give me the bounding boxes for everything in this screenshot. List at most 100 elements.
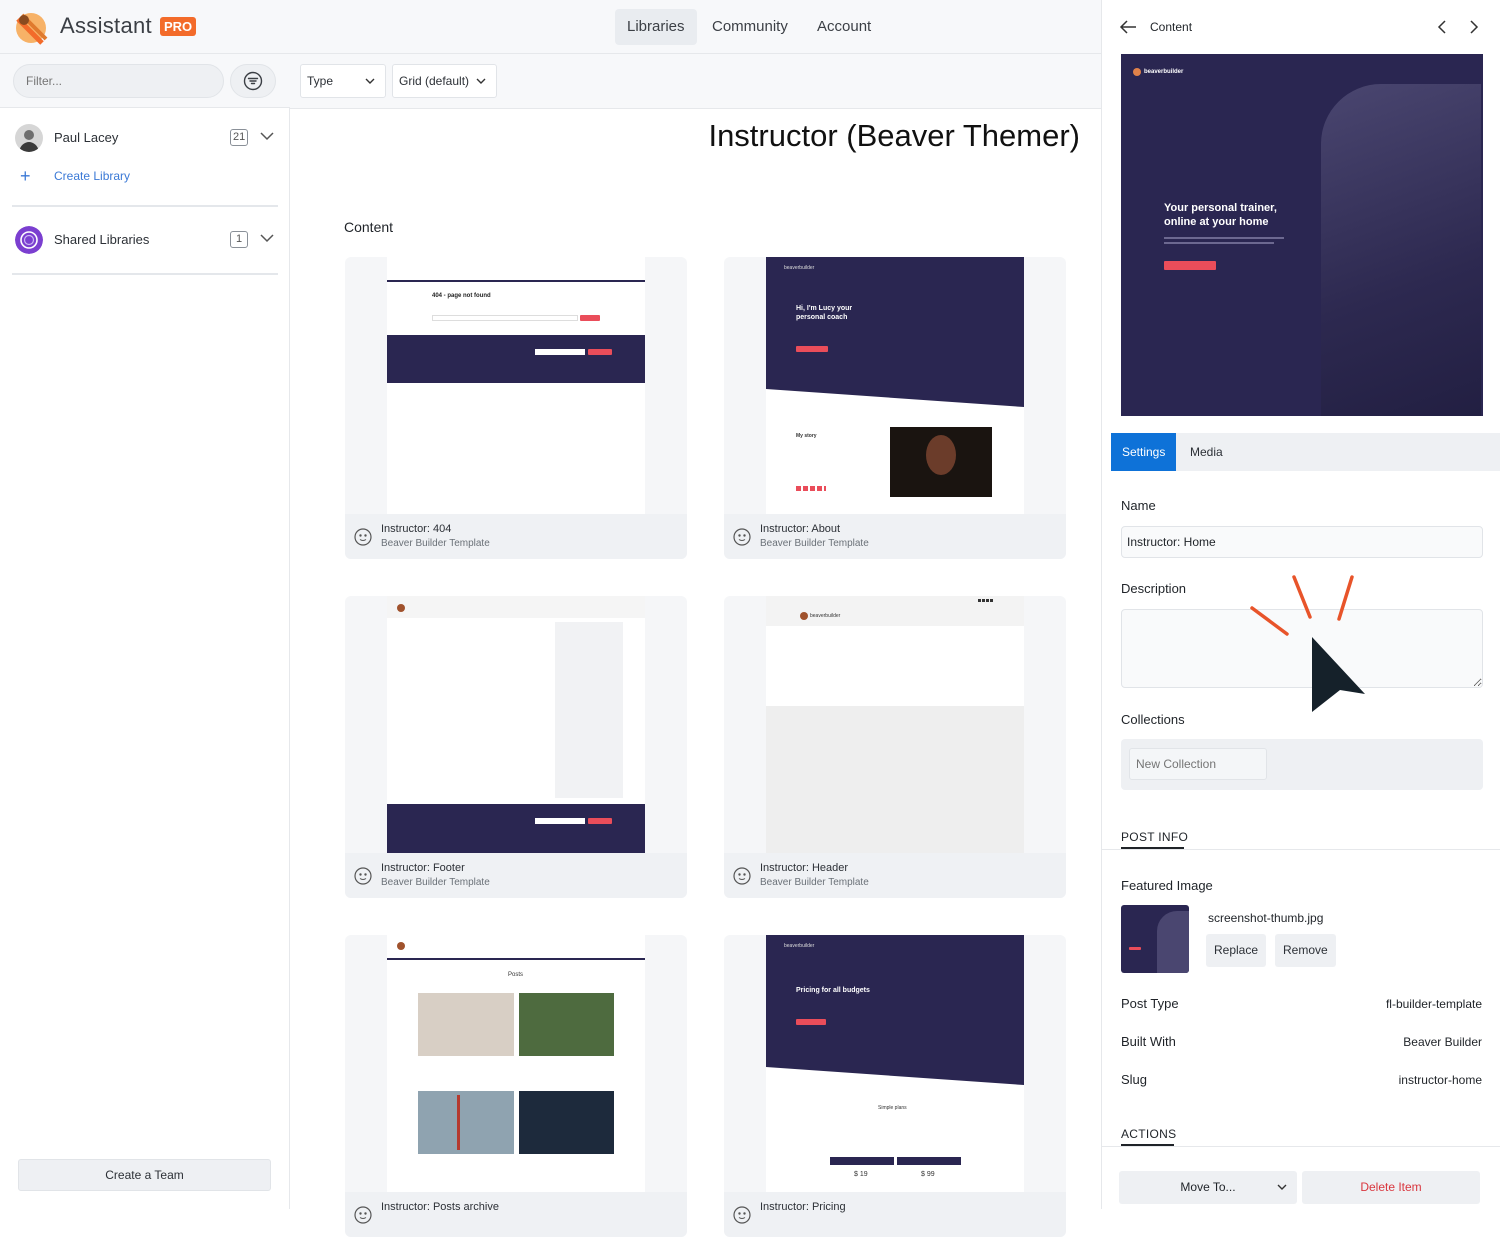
card-title: Instructor: Footer: [381, 862, 465, 874]
name-label: Name: [1121, 498, 1156, 513]
create-library-label: Create Library: [54, 169, 131, 183]
panel-tabs: Settings Media: [1111, 433, 1500, 471]
card-subtitle: Beaver Builder Template: [381, 877, 490, 888]
section-label: Content: [344, 219, 394, 235]
library-name: Paul Lacey: [54, 130, 119, 145]
move-to-dropdown[interactable]: Move To...: [1119, 1171, 1297, 1204]
card-footer: Instructor: Pricing: [724, 1192, 1066, 1237]
template-card-footer[interactable]: Instructor: Footer Beaver Builder Templa…: [345, 596, 687, 898]
filter-icon: [243, 71, 263, 91]
type-dropdown-label: Type: [307, 74, 334, 88]
card-subtitle: Beaver Builder Template: [760, 877, 869, 888]
pro-badge: PRO: [160, 17, 197, 36]
collections-box: [1121, 739, 1483, 790]
library-item-shared[interactable]: Shared Libraries 1: [12, 223, 278, 257]
preview-heading: online at your home: [1164, 216, 1269, 228]
remove-button[interactable]: Remove: [1275, 934, 1336, 967]
back-arrow-icon[interactable]: [1119, 19, 1137, 35]
tab-account[interactable]: Account: [805, 9, 883, 45]
card-footer: Instructor: Posts archive: [345, 1192, 687, 1237]
filter-row: [0, 54, 290, 108]
card-title: Instructor: Header: [760, 862, 849, 874]
replace-button[interactable]: Replace: [1206, 934, 1267, 967]
post-info-heading: POST INFO: [1121, 830, 1189, 844]
beaver-builder-icon: [354, 867, 372, 885]
panel-header: Content: [1102, 0, 1500, 54]
thumb-text: Hi, I'm Lucy your: [796, 305, 853, 312]
card-footer: Instructor: About Beaver Builder Templat…: [724, 514, 1066, 559]
post-type-value: fl-builder-template: [1385, 997, 1482, 1011]
template-card-404[interactable]: 404 - page not found Instructor: 404 Bea…: [345, 257, 687, 559]
detail-panel: Content beaverbuilder Your personal trai…: [1101, 0, 1500, 1209]
filter-options-button[interactable]: [230, 64, 276, 98]
new-collection-input[interactable]: [1129, 748, 1267, 780]
slug-label: Slug: [1121, 1072, 1148, 1087]
library-count-badge: 1: [230, 231, 248, 248]
card-subtitle: Beaver Builder Template: [381, 538, 490, 549]
actions-heading: ACTIONS: [1121, 1127, 1177, 1141]
plus-icon: +: [20, 166, 31, 186]
app-name: Assistant: [60, 13, 152, 38]
main-toolbar: Type Grid (default): [290, 54, 1101, 109]
card-thumbnail: 404 - page not found: [387, 257, 645, 514]
name-field[interactable]: [1121, 526, 1483, 558]
card-footer: Instructor: Header Beaver Builder Templa…: [724, 853, 1066, 898]
assistant-logo-icon: [16, 13, 48, 45]
post-type-label: Post Type: [1121, 996, 1179, 1011]
library-name: Shared Libraries: [54, 232, 150, 247]
card-footer: Instructor: 404 Beaver Builder Template: [345, 514, 687, 559]
built-with-value: Beaver Builder: [1403, 1035, 1482, 1049]
template-card-about[interactable]: beaverbuilder Hi, I'm Lucy your personal…: [724, 257, 1066, 559]
card-subtitle: Beaver Builder Template: [760, 538, 869, 549]
create-team-button[interactable]: Create a Team: [18, 1159, 271, 1191]
chevron-down-icon: [476, 78, 486, 84]
beaver-builder-icon: [733, 867, 751, 885]
card-thumbnail: beaverbuilder Pricing for all budgets Si…: [766, 935, 1024, 1192]
panel-title: Content: [1150, 20, 1193, 34]
chevron-down-icon: [365, 78, 375, 84]
tab-libraries[interactable]: Libraries: [615, 9, 697, 45]
thumb-text: beaverbuilder: [784, 265, 815, 271]
tab-settings[interactable]: Settings: [1111, 433, 1177, 471]
thumb-text: beaverbuilder: [784, 943, 815, 949]
page-title: Instructor (Beaver Themer): [708, 118, 1080, 153]
chevron-down-icon[interactable]: [260, 131, 274, 141]
chevron-down-icon[interactable]: [260, 233, 274, 243]
sidebar: Paul Lacey 21 + Create Library Shared Li…: [0, 54, 290, 1209]
chevron-left-icon[interactable]: [1437, 19, 1447, 35]
divider: [1102, 1146, 1500, 1147]
template-card-header[interactable]: beaverbuilder Instructor: Header Beaver …: [724, 596, 1066, 898]
card-thumbnail: beaverbuilder: [766, 596, 1024, 853]
preview-brand: beaverbuilder: [1144, 69, 1184, 75]
template-preview-image: beaverbuilder Your personal trainer, onl…: [1121, 54, 1483, 416]
view-dropdown[interactable]: Grid (default): [392, 64, 497, 98]
card-thumbnail: Posts: [387, 935, 645, 1192]
cursor-click-icon: [1250, 575, 1365, 712]
card-title: Instructor: Posts archive: [381, 1201, 499, 1213]
library-item-paul-lacey[interactable]: Paul Lacey 21: [12, 121, 278, 155]
thumb-text: Posts: [508, 972, 524, 978]
template-card-pricing[interactable]: beaverbuilder Pricing for all budgets Si…: [724, 935, 1066, 1237]
collections-label: Collections: [1121, 712, 1185, 727]
thumb-text: beaverbuilder: [810, 613, 841, 619]
beaver-builder-icon: [733, 528, 751, 546]
view-dropdown-label: Grid (default): [399, 74, 470, 88]
thumb-text: 404 - page not found: [432, 293, 491, 299]
tab-community[interactable]: Community: [700, 9, 800, 45]
filter-input[interactable]: [13, 64, 224, 98]
type-dropdown[interactable]: Type: [300, 64, 386, 98]
featured-image-thumbnail: [1121, 905, 1189, 973]
tab-media[interactable]: Media: [1179, 433, 1234, 471]
thumb-text: Simple plans: [878, 1105, 907, 1111]
featured-image-filename: screenshot-thumb.jpg: [1208, 911, 1324, 925]
chevron-right-icon[interactable]: [1469, 19, 1479, 35]
delete-item-button[interactable]: Delete Item: [1302, 1171, 1480, 1204]
main-content: Type Grid (default) Instructor (Beaver T…: [290, 54, 1101, 1237]
card-title: Instructor: About: [760, 523, 841, 535]
template-card-posts-archive[interactable]: Posts Instructor: Posts archive: [345, 935, 687, 1237]
card-title: Instructor: 404: [381, 523, 452, 535]
avatar: [15, 124, 43, 152]
thumb-text: $ 99: [921, 1171, 935, 1178]
built-with-label: Built With: [1121, 1034, 1176, 1049]
thumb-text: personal coach: [796, 314, 848, 321]
